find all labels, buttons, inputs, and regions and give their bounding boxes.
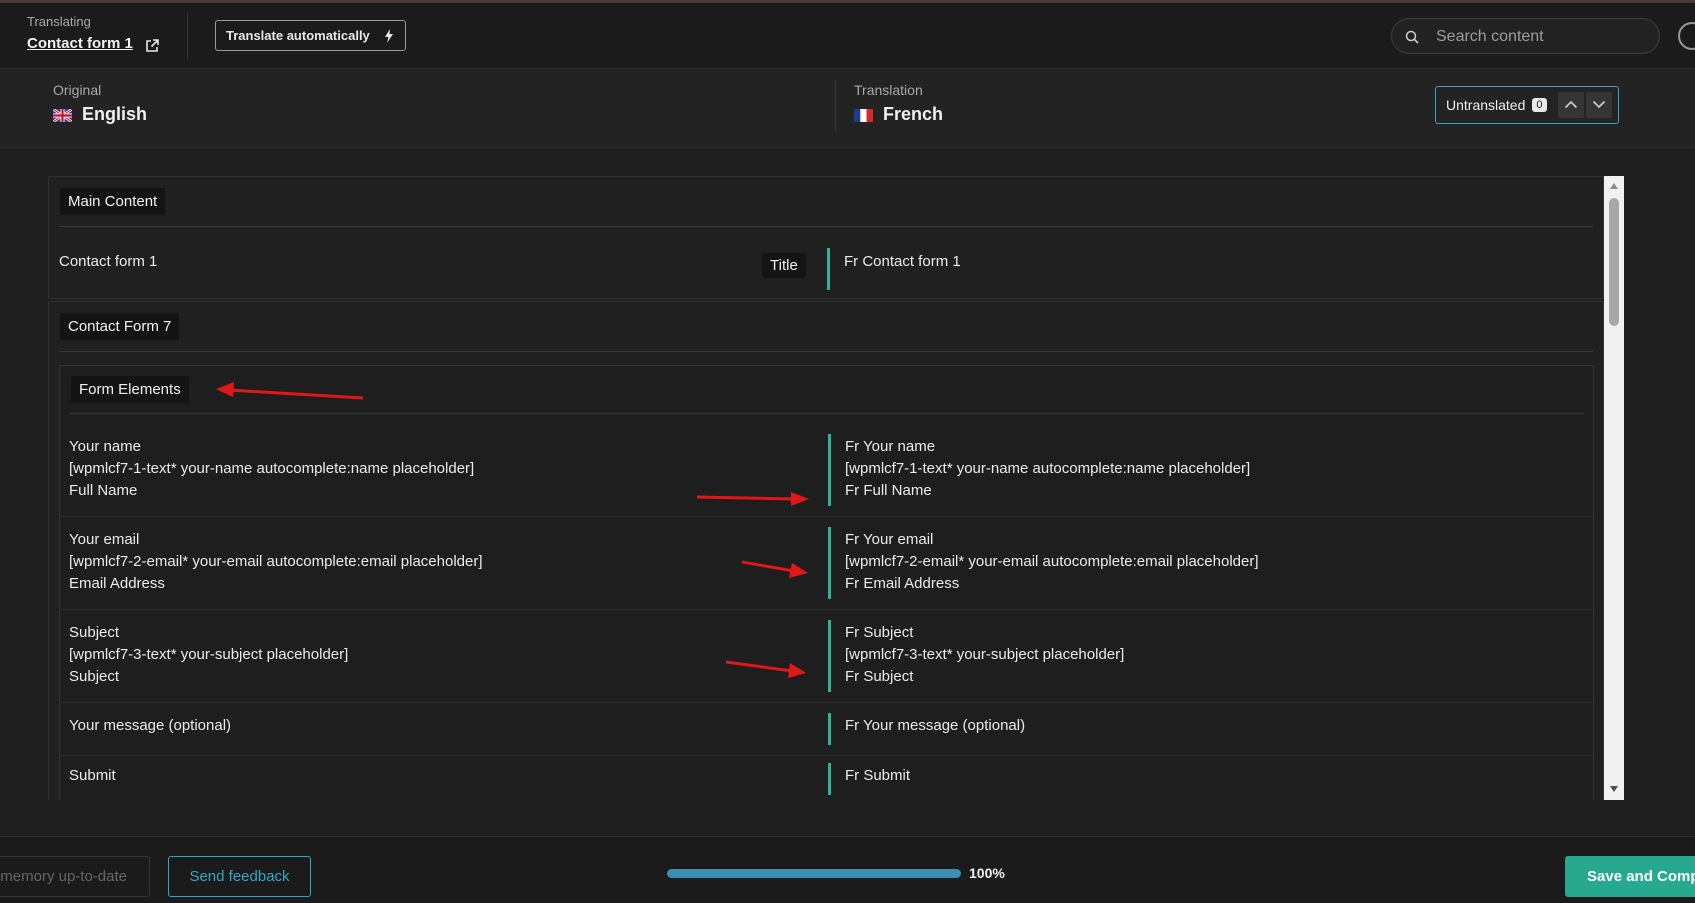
search-box [1391, 18, 1660, 54]
translation-marker [828, 527, 831, 599]
translation-marker [828, 620, 831, 692]
subsection-divider [70, 413, 1584, 414]
scroll-down-arrow-icon[interactable] [1609, 785, 1619, 793]
original-your-name-text: Your name [wpmlcf7-1-text* your-name aut… [69, 438, 475, 499]
translation-content: Main Content Contact form 1 Title Fr Con… [48, 176, 1604, 800]
original-subject-text: Subject [wpmlcf7-3-text* your-subject pl… [69, 624, 349, 685]
lightning-icon [385, 29, 393, 43]
contact-form-7-section: Contact Form 7 Form Elements Your name [… [48, 301, 1604, 800]
translated-your-name-field[interactable]: Fr Your name [wpmlcf7-1-text* your-name … [845, 436, 1250, 502]
chevron-up-icon [1564, 100, 1578, 109]
help-icon[interactable] [1678, 22, 1695, 50]
translation-marker [828, 434, 831, 506]
header-divider [187, 14, 188, 58]
translate-automatically-label: Translate automatically [226, 28, 370, 43]
search-icon [1405, 30, 1419, 44]
form-elements-subsection: Form Elements Your name [wpmlcf7-1-text*… [59, 365, 1594, 800]
form-elements-tag: Form Elements [71, 376, 189, 403]
scrollbar-thumb[interactable] [1609, 198, 1619, 326]
progress-bar [667, 869, 961, 878]
content-scrollbar[interactable] [1604, 176, 1624, 800]
original-label: Original [53, 82, 102, 98]
scroll-up-arrow-icon[interactable] [1609, 182, 1619, 190]
original-language-name: English [82, 104, 148, 124]
translated-your-email-field[interactable]: Fr Your email [wpmlcf7-2-email* your-ema… [845, 529, 1259, 595]
main-content-section: Main Content Contact form 1 Title Fr Con… [48, 176, 1604, 299]
save-and-complete-button[interactable]: Save and Complete [1565, 856, 1695, 897]
translation-marker [828, 713, 831, 745]
previous-untranslated-button[interactable] [1558, 92, 1584, 118]
uk-flag-icon [53, 109, 72, 122]
translated-your-message-field[interactable]: Fr Your message (optional) [845, 715, 1025, 737]
translation-language-name: French [883, 104, 944, 124]
translation-marker [828, 763, 831, 795]
original-title-text: Contact form 1 [59, 253, 158, 270]
language-divider [835, 80, 836, 130]
section-divider [59, 226, 1593, 227]
original-your-email-text: Your email [wpmlcf7-2-email* your-email … [69, 531, 483, 592]
row-divider [60, 702, 1593, 703]
main-content-tag: Main Content [60, 188, 166, 215]
search-input[interactable] [1436, 26, 1646, 48]
next-untranslated-button[interactable] [1586, 92, 1612, 118]
translated-submit-field[interactable]: Fr Submit [845, 765, 910, 787]
translated-subject-field[interactable]: Fr Subject [wpmlcf7-3-text* your-subject… [845, 622, 1124, 688]
original-submit-text: Submit [69, 767, 116, 784]
translated-title-field[interactable]: Fr Contact form 1 [844, 251, 961, 273]
document-title-link[interactable]: Contact form 1 [27, 35, 133, 52]
memory-up-to-date-button[interactable]: memory up-to-date [0, 856, 150, 897]
translate-automatically-button[interactable]: Translate automatically [215, 20, 406, 51]
progress-percentage: 100% [969, 865, 1005, 881]
translation-marker [827, 248, 830, 290]
untranslated-filter[interactable]: Untranslated 0 [1435, 86, 1619, 124]
progress-bar-fill [667, 869, 961, 878]
row-divider [60, 755, 1593, 756]
language-bar: Original English Translation French Untr… [0, 70, 1695, 148]
title-field-tag: Title [762, 253, 806, 278]
original-your-message-text: Your message (optional) [69, 717, 232, 734]
translation-label: Translation [854, 82, 923, 98]
untranslated-count-badge: 0 [1532, 98, 1547, 112]
france-flag-icon [854, 109, 873, 122]
row-divider [60, 609, 1593, 610]
contact-form-7-tag: Contact Form 7 [60, 313, 180, 340]
translating-label: Translating [27, 14, 91, 29]
section-divider [59, 351, 1593, 352]
chevron-down-icon [1592, 100, 1606, 109]
row-divider [60, 516, 1593, 517]
editor-footer: memory up-to-date Send feedback 100% Sav… [0, 836, 1695, 903]
untranslated-label: Untranslated [1446, 97, 1526, 113]
editor-header: Translating Contact form 1 Translate aut… [0, 3, 1695, 69]
send-feedback-button[interactable]: Send feedback [168, 856, 311, 897]
external-link-icon[interactable] [144, 38, 160, 54]
